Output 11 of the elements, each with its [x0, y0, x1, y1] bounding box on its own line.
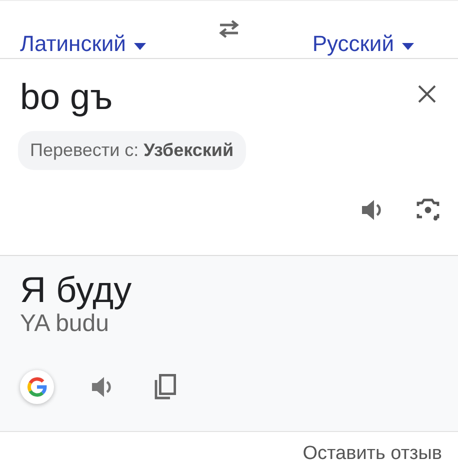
feedback-link[interactable]: Оставить отзыв — [302, 440, 442, 467]
logo-icon[interactable] — [20, 370, 54, 404]
translation-text: Я буду — [20, 270, 133, 310]
close-icon[interactable] — [418, 85, 436, 103]
caret-icon — [134, 43, 146, 50]
source-language-dropdown[interactable]: Латинский — [20, 29, 146, 58]
transliteration-text: YA budu — [20, 310, 110, 338]
target-language-dropdown[interactable]: Русский — [312, 29, 414, 58]
caret-icon — [402, 43, 414, 50]
input-text[interactable]: bo gъ — [20, 77, 113, 117]
detected-language-chip[interactable]: Перевести с: Узбекский — [18, 130, 246, 170]
